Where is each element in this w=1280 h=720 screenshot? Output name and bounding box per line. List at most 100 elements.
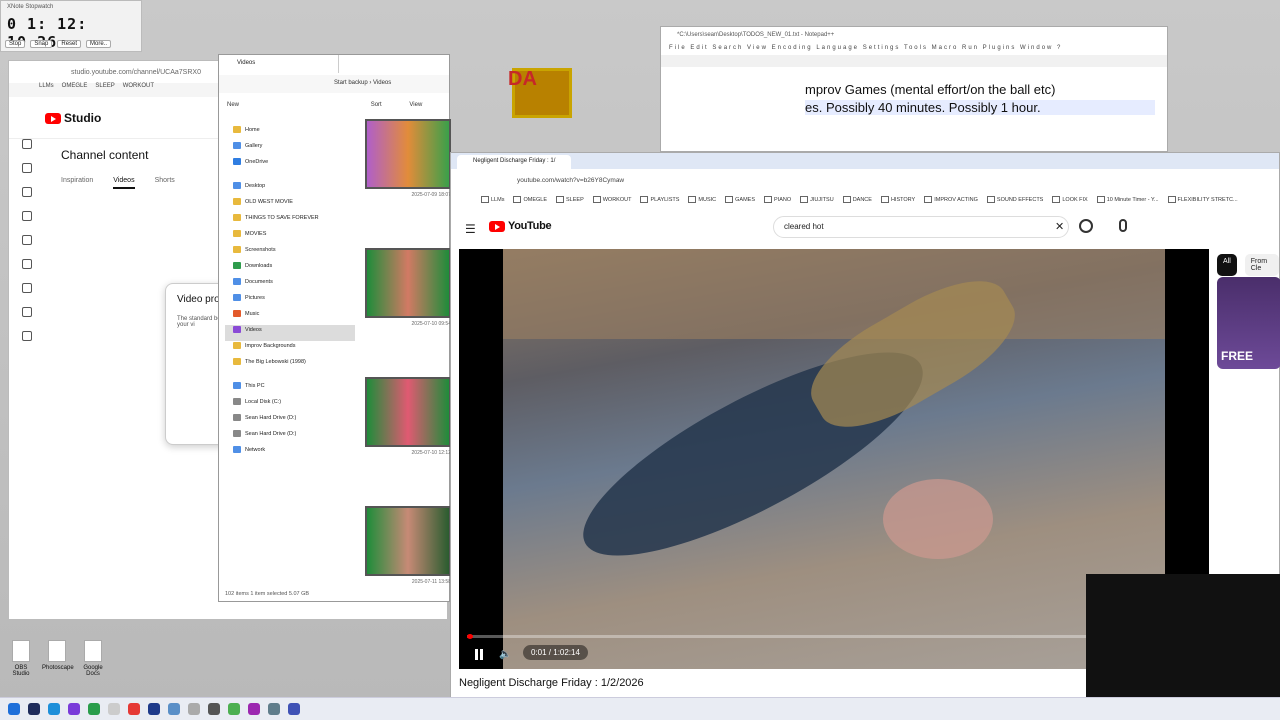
pause-icon[interactable] bbox=[473, 649, 485, 661]
app-icon[interactable] bbox=[188, 703, 200, 715]
app-icon[interactable] bbox=[208, 703, 220, 715]
menu-item[interactable]: Macro bbox=[932, 45, 959, 51]
app-icon[interactable] bbox=[68, 703, 80, 715]
menu-item[interactable]: Search bbox=[712, 45, 743, 51]
tab-videos[interactable]: Videos bbox=[113, 177, 135, 189]
bookmark[interactable]: WORKOUT bbox=[593, 196, 632, 203]
bookmark[interactable]: SLEEP bbox=[95, 83, 114, 97]
nav-item[interactable]: Videos bbox=[225, 325, 355, 341]
menu-item[interactable]: View bbox=[747, 45, 768, 51]
youtube-logo[interactable]: YouTube bbox=[489, 220, 552, 232]
editor-line[interactable]: mprov Games (mental effort/on the ball e… bbox=[805, 82, 1055, 97]
notes-icon[interactable] bbox=[108, 703, 120, 715]
nav-item[interactable]: The Big Lebowski (1998) bbox=[225, 357, 355, 373]
desktop-icon[interactable]: OBS Studio bbox=[6, 640, 36, 677]
menu-item[interactable]: File bbox=[669, 45, 687, 51]
menu-icon[interactable]: ☰ bbox=[465, 222, 476, 236]
view-button[interactable]: View bbox=[409, 102, 422, 108]
nav-item[interactable]: Desktop bbox=[225, 181, 355, 197]
bookmark[interactable]: WORKOUT bbox=[123, 83, 154, 97]
community-icon[interactable] bbox=[22, 211, 32, 221]
file-explorer-window[interactable]: Videos Start backup › Videos New Sort Vi… bbox=[218, 54, 451, 602]
new-button[interactable]: New bbox=[227, 102, 239, 108]
nav-item[interactable]: Documents bbox=[225, 277, 355, 293]
volume-icon[interactable]: 🔈 bbox=[499, 649, 511, 660]
chip-from-channel[interactable]: From Cle bbox=[1244, 254, 1279, 276]
bookmark[interactable]: SOUND EFFECTS bbox=[987, 196, 1043, 203]
subtitles-icon[interactable] bbox=[22, 235, 32, 245]
analytics-icon[interactable] bbox=[22, 187, 32, 197]
progress-scrubber[interactable] bbox=[467, 634, 474, 639]
video-thumbnail[interactable] bbox=[365, 248, 451, 318]
bookmark[interactable]: PLAYLISTS bbox=[640, 196, 679, 203]
nav-item[interactable]: This PC bbox=[225, 381, 355, 397]
stop-button[interactable]: Stop bbox=[5, 40, 26, 48]
nav-item[interactable]: Downloads bbox=[225, 261, 355, 277]
address-bar[interactable]: youtube.com/watch?v=b26Y8Cymaw bbox=[517, 177, 624, 184]
video-thumbnail[interactable] bbox=[365, 506, 451, 576]
video-thumbnail[interactable] bbox=[365, 119, 451, 189]
bookmark[interactable]: IMPROV ACTING bbox=[924, 196, 978, 203]
breadcrumb-item[interactable]: Start backup bbox=[334, 80, 368, 86]
search-input[interactable]: cleared hot bbox=[773, 216, 1069, 238]
windows-start-icon[interactable] bbox=[8, 703, 20, 715]
recommended-video-thumbnail[interactable]: FREE bbox=[1217, 277, 1280, 369]
progress-bar[interactable] bbox=[467, 634, 1101, 639]
nav-item[interactable]: Improv Backgrounds bbox=[225, 341, 355, 357]
bookmark[interactable]: MUSIC bbox=[688, 196, 716, 203]
chrome-icon[interactable] bbox=[88, 703, 100, 715]
studio-address-bar[interactable]: studio.youtube.com/channel/UCAa7SRX0 bbox=[71, 69, 201, 76]
video-thumbnail[interactable] bbox=[365, 377, 451, 447]
snap-button[interactable]: Snap bbox=[30, 40, 53, 48]
nav-item[interactable]: Local Disk (C:) bbox=[225, 397, 355, 413]
bookmark[interactable]: SLEEP bbox=[556, 196, 584, 203]
copyright-icon[interactable] bbox=[22, 259, 32, 269]
bookmark[interactable]: LOOK FIX bbox=[1052, 196, 1087, 203]
nav-item[interactable]: OLD WEST MOVIE bbox=[225, 197, 355, 213]
reset-button[interactable]: Reset bbox=[57, 40, 82, 48]
customization-icon[interactable] bbox=[22, 307, 32, 317]
terminal-icon[interactable] bbox=[28, 703, 40, 715]
app-icon[interactable] bbox=[228, 703, 240, 715]
notepad-window[interactable]: *C:\Users\sean\Desktop\TODOS_NEW_01.txt … bbox=[660, 26, 1168, 152]
menu-item[interactable]: Language bbox=[816, 45, 859, 51]
bookmark[interactable]: DANCE bbox=[843, 196, 872, 203]
bookmark[interactable]: OMEGLE bbox=[513, 196, 547, 203]
editor-line[interactable]: es. Possibly 40 minutes. Possibly 1 hour… bbox=[805, 100, 1155, 115]
bookmark[interactable]: 10 Minute Timer - Y... bbox=[1097, 196, 1159, 203]
nav-item[interactable]: Sean Hard Drive (D:) bbox=[225, 429, 355, 445]
app-icon[interactable] bbox=[288, 703, 300, 715]
app-icon[interactable] bbox=[248, 703, 260, 715]
tab-shorts[interactable]: Shorts bbox=[155, 177, 175, 189]
nav-item[interactable]: Gallery bbox=[225, 141, 355, 157]
bookmark[interactable]: LLMs bbox=[481, 196, 504, 203]
bookmark[interactable]: LLMs bbox=[39, 83, 54, 97]
bookmark[interactable]: FLEXIBILITY STRETC... bbox=[1168, 196, 1238, 203]
photoshop-icon[interactable] bbox=[148, 703, 160, 715]
clear-search-icon[interactable]: ✕ bbox=[1055, 220, 1064, 233]
more-button[interactable]: More.. bbox=[86, 40, 112, 48]
bookmark[interactable]: GAMES bbox=[725, 196, 755, 203]
menu-item[interactable]: Edit bbox=[690, 45, 708, 51]
content-icon[interactable] bbox=[22, 163, 32, 173]
bookmark[interactable]: JIUJITSU bbox=[800, 196, 834, 203]
nav-item[interactable]: Music bbox=[225, 309, 355, 325]
dashboard-icon[interactable] bbox=[22, 139, 32, 149]
edge-icon[interactable] bbox=[48, 703, 60, 715]
nav-item[interactable]: Sean Hard Drive (D:) bbox=[225, 413, 355, 429]
menu-item[interactable]: Window bbox=[1020, 45, 1053, 51]
nav-item[interactable]: MOVIES bbox=[225, 229, 355, 245]
menu-item[interactable]: Run bbox=[962, 45, 979, 51]
menu-item[interactable]: Plugins bbox=[983, 45, 1017, 51]
bookmark[interactable]: OMEGLE bbox=[62, 83, 88, 97]
menu-item[interactable]: ? bbox=[1057, 45, 1062, 51]
desktop-icon[interactable]: Google Docs bbox=[78, 640, 108, 677]
audio-library-icon[interactable] bbox=[22, 331, 32, 341]
nav-item[interactable]: THINGS TO SAVE FOREVER bbox=[225, 213, 355, 229]
nav-item[interactable]: Screenshots bbox=[225, 245, 355, 261]
menu-item[interactable]: Encoding bbox=[772, 45, 813, 51]
search-icon[interactable] bbox=[1079, 219, 1093, 233]
app-icon[interactable] bbox=[268, 703, 280, 715]
menu-item[interactable]: Tools bbox=[904, 45, 928, 51]
nav-item[interactable]: Pictures bbox=[225, 293, 355, 309]
